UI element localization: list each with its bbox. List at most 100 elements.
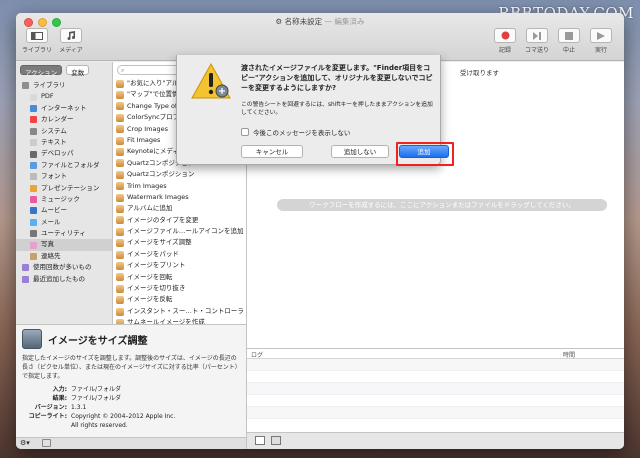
sidebar-item-label: インターネット xyxy=(41,103,87,112)
copyright-row: コピーライト: Copyright © 2004–2012 Apple Inc. … xyxy=(28,413,176,429)
action-icon xyxy=(116,216,124,225)
step-button[interactable] xyxy=(526,28,548,43)
tab-actions[interactable]: アクション xyxy=(20,65,63,77)
media-button[interactable] xyxy=(60,28,82,43)
list-item[interactable]: イメージを回転 xyxy=(113,272,246,283)
record-button[interactable] xyxy=(494,28,516,43)
checkbox-box[interactable] xyxy=(241,128,249,136)
action-label: イメージを反転 xyxy=(127,295,173,304)
sidebar-item-library[interactable]: プレゼンテーション xyxy=(16,183,112,194)
list-item[interactable]: イメージをパッド xyxy=(113,249,246,260)
workflow-input-info: 受け取ります xyxy=(460,69,499,77)
bottom-toolbar: ⚙▾ xyxy=(16,437,247,449)
action-icon xyxy=(116,182,124,191)
list-item[interactable]: Quartzコンポジション xyxy=(113,169,246,180)
sidebar-item-library[interactable]: 最近追加したもの xyxy=(16,274,112,285)
library-toggle-button[interactable] xyxy=(26,28,48,43)
columns-view-icon[interactable] xyxy=(271,436,281,445)
sidebar-item-library[interactable]: ライブラリ xyxy=(16,80,112,91)
window-title: ⚙ 名称未設定 — 編集済み xyxy=(275,17,365,26)
category-icon xyxy=(30,173,37,181)
sidebar-item-label: ファイルとフォルダ xyxy=(41,160,100,169)
list-item[interactable]: イメージファイル…ールアイコンを追加 xyxy=(113,226,246,237)
action-label: イメージを切り抜き xyxy=(127,284,186,293)
list-item[interactable]: Watermark Images xyxy=(113,192,246,203)
list-item[interactable]: サムネールイメージを作成 xyxy=(113,317,246,324)
music-note-icon xyxy=(67,31,75,40)
action-icon xyxy=(116,261,124,270)
cancel-button[interactable]: キャンセル xyxy=(241,145,303,158)
action-label: イメージのタイプを変更 xyxy=(127,215,199,224)
sidebar-item-library[interactable]: 使用回数が多いもの xyxy=(16,262,112,273)
action-label: Fit Images xyxy=(127,135,161,144)
sidebar-item-library[interactable]: カレンダー xyxy=(16,114,112,125)
action-icon xyxy=(116,91,124,100)
sidebar-item-library[interactable]: メール xyxy=(16,217,112,228)
action-label: イメージをサイズ調整 xyxy=(127,238,192,247)
sidebar-item-library[interactable]: デベロッパ xyxy=(16,148,112,159)
sidebar-item-library[interactable]: 連絡先 xyxy=(16,251,112,262)
version-row: バージョン: 1.3.1 xyxy=(34,404,87,411)
sidebar-item-label: プレゼンテーション xyxy=(41,183,100,192)
list-item[interactable]: イメージを反転 xyxy=(113,294,246,305)
sidebar-item-library[interactable]: システム xyxy=(16,126,112,137)
action-label: イメージをパッド xyxy=(127,249,179,258)
sidebar-item-library[interactable]: 写真 xyxy=(16,239,112,251)
list-item[interactable]: イメージを切り抜き xyxy=(113,283,246,294)
sidebar-item-library[interactable]: PDF xyxy=(16,91,112,102)
stop-button[interactable] xyxy=(558,28,580,43)
action-icon xyxy=(116,307,124,316)
chevron-down-icon[interactable] xyxy=(42,439,51,447)
list-item[interactable]: Trim Images xyxy=(113,181,246,192)
action-icon xyxy=(116,227,124,236)
action-label: インスタント・スー…ト・コントローラ xyxy=(127,306,244,315)
list-item[interactable]: インスタント・スー…ト・コントローラ xyxy=(113,306,246,317)
dont-add-button[interactable]: 追加しない xyxy=(331,145,389,158)
table-row xyxy=(247,383,624,395)
action-icon xyxy=(116,113,124,122)
action-label: アルバムに追加 xyxy=(127,204,173,213)
media-label: メディア xyxy=(59,47,83,54)
category-icon xyxy=(30,184,37,192)
sidebar-item-library[interactable]: ムービー xyxy=(16,205,112,216)
sidebar-item-library[interactable]: テキスト xyxy=(16,137,112,148)
sidebar-item-library[interactable]: ミュージック xyxy=(16,194,112,205)
action-icon xyxy=(116,159,124,168)
action-label: Crop Images xyxy=(127,124,168,133)
run-button[interactable] xyxy=(590,28,612,43)
category-icon xyxy=(30,150,37,158)
sidebar-item-label: 使用回数が多いもの xyxy=(33,263,92,272)
sidebar-item-library[interactable]: ユーティリティ xyxy=(16,228,112,239)
list-view-icon[interactable] xyxy=(255,436,265,445)
stop-icon xyxy=(565,31,573,40)
category-icon xyxy=(30,93,37,101)
run-label: 実行 xyxy=(594,47,607,54)
suppress-checkbox[interactable]: 今後このメッセージを表示しない xyxy=(241,127,350,137)
list-item[interactable]: イメージをサイズ調整 xyxy=(113,237,246,248)
list-item[interactable]: イメージのタイプを変更 xyxy=(113,215,246,226)
sidebar-item-label: ムービー xyxy=(41,206,67,215)
time-column-header[interactable]: 時間 xyxy=(563,350,575,359)
sidebar-item-label: ライブラリ xyxy=(33,81,66,89)
action-icon xyxy=(116,204,124,213)
category-icon xyxy=(30,230,37,238)
warning-icon xyxy=(191,63,231,99)
sidebar-item-label: フォント xyxy=(41,172,67,181)
table-row xyxy=(247,395,624,407)
list-item[interactable]: イメージをプリント xyxy=(113,260,246,271)
list-item[interactable]: アルバムに追加 xyxy=(113,203,246,214)
sidebar-item-label: 連絡先 xyxy=(41,251,61,260)
sidebar-item-label: テキスト xyxy=(41,137,67,146)
sidebar-item-library[interactable]: インターネット xyxy=(16,103,112,114)
library-pane: アクション 変数 ライブラリ PDF インターネットカレンダー システム テキストデベロ… xyxy=(16,62,113,324)
category-icon xyxy=(30,104,37,112)
gear-icon[interactable]: ⚙▾ xyxy=(20,439,30,447)
sidebar-item-library[interactable]: フォント xyxy=(16,171,112,182)
result-row: 結果: ファイル/フォルダ xyxy=(52,395,122,402)
action-description: イメージをサイズ調整 指定したイメージのサイズを調整します。調整後のサイズは、イ… xyxy=(16,324,247,437)
sidebar-item-library[interactable]: ファイルとフォルダ xyxy=(16,160,112,171)
action-icon xyxy=(116,125,124,134)
log-column-header[interactable]: ログ xyxy=(251,350,263,359)
tab-variables[interactable]: 変数 xyxy=(66,65,90,77)
library-label: ライブラリ xyxy=(21,47,52,54)
